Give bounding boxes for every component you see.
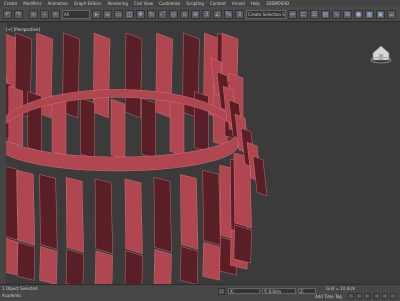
vase-slat-lower[interactable] [6, 165, 19, 241]
vase-slat-lower[interactable] [180, 246, 199, 284]
menu-help[interactable]: Help [251, 1, 260, 6]
vase-slat-upper[interactable] [51, 95, 67, 156]
menu-graph-editors[interactable]: Graph Editors [74, 1, 101, 6]
vase-slat-lower[interactable] [94, 178, 113, 255]
window-crossing-icon[interactable]: ◫ [125, 9, 134, 19]
vase-slat-upper[interactable] [80, 97, 95, 159]
orbit-icon[interactable] [390, 293, 396, 299]
select-move-icon[interactable]: ✥ [136, 9, 145, 19]
render-production-icon[interactable]: ☕ [387, 9, 396, 19]
vase-slat-back[interactable] [93, 32, 111, 119]
vase-slat-lower[interactable] [17, 241, 36, 281]
perspective-viewport[interactable] [6, 23, 400, 284]
place-icon[interactable]: ◎ [169, 9, 178, 19]
menu-3dsmosad[interactable]: 3DSMOSAD [266, 1, 289, 6]
zoom-icon[interactable] [374, 293, 380, 299]
vase-slat-back[interactable] [124, 32, 143, 119]
vase-slat-lower[interactable] [39, 246, 58, 284]
vase-slat-upper[interactable] [141, 97, 156, 159]
render-setup-icon[interactable]: ▦ [365, 9, 374, 19]
rendered-frame-icon[interactable]: ▣ [376, 9, 385, 19]
menu-bar: Create Modifiers Animation Graph Editors… [0, 0, 400, 7]
coord-x-field[interactable]: X: [228, 288, 260, 294]
menu-create[interactable]: Create [4, 1, 17, 6]
vase-slat-lower[interactable] [39, 174, 58, 250]
select-scale-icon[interactable]: ⤢ [158, 9, 167, 19]
curve-editor-icon[interactable]: ∿ [332, 9, 341, 19]
vase-slat-lower[interactable] [233, 224, 252, 264]
vase-slat-lower[interactable] [17, 169, 36, 246]
script-prompt: Academic [2, 293, 22, 298]
menu-modifiers[interactable]: Modifiers [23, 1, 41, 6]
vase-slat-side[interactable] [252, 155, 268, 197]
vase-slat-lower[interactable] [65, 177, 84, 253]
vase-slat-lower[interactable] [65, 249, 84, 284]
redo-icon[interactable]: ↷ [14, 9, 23, 19]
reference-coord-icon[interactable]: ▫ [180, 9, 189, 19]
angle-snap-icon[interactable]: ∠ [213, 9, 222, 19]
menu-arnold[interactable]: Arnold [232, 1, 245, 6]
grid-size: Grid = 10.0cm [326, 286, 356, 291]
layer-explorer-icon[interactable]: ☰ [310, 9, 319, 19]
vase-slat-upper[interactable] [110, 98, 126, 160]
selection-filter-dropdown[interactable]: All [62, 9, 90, 19]
menu-scripting[interactable]: Scripting [186, 1, 204, 6]
vase-slat-lower[interactable] [6, 237, 19, 276]
viewcube-home-icon[interactable] [370, 42, 392, 64]
coord-z-field[interactable]: Z: [298, 288, 316, 294]
next-frame-icon[interactable] [356, 293, 362, 299]
select-by-name-icon[interactable]: ≡ [103, 9, 112, 19]
bind-spacewarp-icon[interactable]: ≈ [51, 9, 60, 19]
menu-rendering[interactable]: Rendering [107, 1, 127, 6]
pivot-center-icon[interactable]: ⊕ [191, 9, 200, 19]
lock-selection-icon[interactable] [218, 288, 225, 295]
viewport-label[interactable]: [+] [Perspective] [6, 27, 40, 32]
vase-slat-lower[interactable] [124, 250, 143, 284]
select-rotate-icon[interactable]: ↻ [147, 9, 156, 19]
vase-slat-lower[interactable] [94, 250, 113, 284]
play-icon[interactable] [348, 293, 354, 299]
material-editor-icon[interactable]: ● [354, 9, 363, 19]
link-icon[interactable]: ∞ [29, 9, 38, 19]
coord-y-field[interactable]: Y: 0.0cm [262, 288, 296, 294]
snap-toggle-icon[interactable]: 3 [202, 9, 211, 19]
select-object-icon[interactable]: ▸ [92, 9, 101, 19]
schematic-view-icon[interactable]: ⊞ [343, 9, 352, 19]
unlink-icon[interactable]: ⌁ [40, 9, 49, 19]
status-bar: 1 Object Selected Academic X: Y: 0.0cm Z… [0, 284, 400, 301]
menu-animation[interactable]: Animation [48, 1, 68, 6]
rect-selection-icon[interactable]: ▭ [114, 9, 123, 19]
vase-slat-lower[interactable] [124, 178, 143, 255]
percent-snap-icon[interactable]: % [224, 9, 233, 19]
align-icon[interactable]: ⊏ [299, 9, 308, 19]
vase-slat-lower[interactable] [180, 174, 199, 250]
spinner-snap-icon[interactable]: ⇕ [235, 9, 244, 19]
menu-content[interactable]: Content [210, 1, 226, 6]
vase-slat-lower[interactable] [153, 177, 172, 253]
end-frame-icon[interactable] [364, 293, 370, 299]
vase-slat-lower[interactable] [202, 169, 221, 246]
vase-slat-lower[interactable] [202, 241, 221, 281]
named-selection-sets-dropdown[interactable]: Create Selection Se [246, 9, 286, 19]
add-time-tag[interactable]: Add Time Tag [315, 294, 342, 299]
menu-customize[interactable]: Customize [159, 1, 180, 6]
menu-civil-view[interactable]: Civil View [134, 1, 153, 6]
undo-icon[interactable]: ↶ [3, 9, 12, 19]
main-toolbar: ↶ ↷ ∞ ⌁ ≈ All ▸ ≡ ▭ ◫ ✥ ↻ ⤢ ◎ ▫ ⊕ 3 ∠ % … [0, 7, 400, 22]
selection-info: 1 Object Selected [2, 286, 38, 291]
scene-canvas[interactable] [6, 23, 400, 284]
pan-icon[interactable] [382, 293, 388, 299]
mirror-icon[interactable]: ⇔ [288, 9, 297, 19]
vase-slat-upper[interactable] [169, 95, 185, 156]
vase-slat-lower[interactable] [153, 249, 172, 284]
toggle-ribbon-icon[interactable]: ▤ [321, 9, 330, 19]
toolbar-separator [25, 10, 27, 19]
